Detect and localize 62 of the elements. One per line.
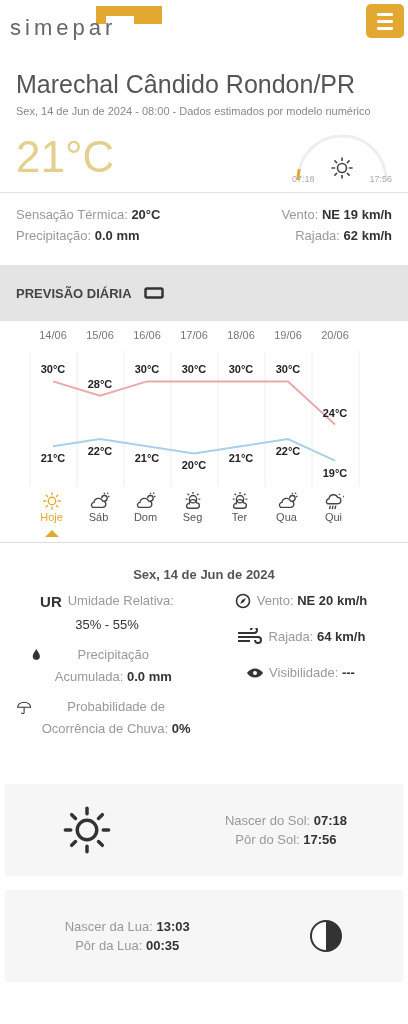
- humidity-label: Umidade Relativa:: [67, 592, 174, 610]
- date-label: 18/06: [227, 329, 255, 341]
- weather-reading: Precipitação: 0.0 mm: [16, 228, 141, 243]
- day-tab[interactable]: Seg: [181, 491, 204, 523]
- date-label: 16/06: [133, 329, 161, 341]
- temperature-label: 30°C: [40, 363, 66, 376]
- temperature-label: 20°C: [181, 459, 207, 472]
- date-label: 15/06: [86, 329, 114, 341]
- sunset-time: 17:56: [369, 174, 392, 184]
- temperature-label: 21°C: [134, 452, 160, 465]
- moon-phase-icon: [309, 919, 344, 953]
- precipitation-reading: Precipitação Acumulada: 0.0 mm: [53, 646, 173, 686]
- temperature-label: 21°C: [40, 452, 66, 465]
- moon-time: Nascer da Lua: 13:03: [64, 919, 190, 934]
- city-title: Marechal Cândido Rondon/PR: [16, 70, 357, 99]
- current-temperature: 21°C: [16, 132, 115, 182]
- detail-reading: Rajada: 64 km/h: [268, 628, 366, 646]
- humidity-value: 35% - 55%: [75, 616, 139, 634]
- day-tab[interactable]: Dom: [133, 491, 158, 523]
- temperature-label: 22°C: [275, 445, 301, 457]
- day-tab[interactable]: Qua: [275, 491, 298, 523]
- date-label: 14/06: [39, 329, 67, 341]
- wind-icon: [236, 628, 263, 646]
- detail-reading: Vento: NE 20 km/h: [256, 592, 368, 610]
- date-label: 20/06: [321, 329, 349, 341]
- temperature-label: 30°C: [228, 363, 254, 376]
- forecast-subtitle: Sex, 14 de Jun de 2024 - 08:00 - Dados estimados por modelo numérico: [16, 104, 372, 119]
- day-tab[interactable]: Sáb: [87, 491, 110, 523]
- temperature-label: 30°C: [181, 363, 207, 376]
- sun-time: Nascer do Sol: 07:18: [224, 813, 347, 828]
- compass-icon: [234, 593, 251, 609]
- sunrise-time: 07:18: [292, 174, 315, 184]
- section-title: PREVISÃO DIÁRIA: [16, 285, 132, 301]
- humidity-abbreviation: UR: [40, 592, 62, 610]
- day-tab[interactable]: Ter: [228, 491, 251, 523]
- date-label: 19/06: [274, 329, 302, 341]
- phone-landscape-icon: [143, 287, 164, 299]
- eye-icon: [247, 668, 264, 678]
- sun-icon: [332, 158, 352, 178]
- temperature-label: 28°C: [87, 377, 113, 390]
- drop-icon: [32, 647, 41, 662]
- temperature-label: 24°C: [322, 406, 348, 419]
- temperature-label: 21°C: [228, 452, 254, 465]
- detail-date: Sex, 14 de Jun de 2024: [132, 567, 276, 582]
- detail-reading: Visibilidade: ---: [269, 664, 355, 682]
- weather-reading: Rajada: 62 km/h: [294, 228, 392, 243]
- weather-reading: Sensação Térmica: 20°C: [16, 207, 162, 222]
- moon-time: Pôr da Lua: 00:35: [75, 938, 180, 953]
- temperature-label: 22°C: [87, 445, 113, 457]
- cloud-sun-icon: [134, 491, 157, 511]
- sun-icon: [41, 491, 62, 511]
- simepar-logo[interactable]: simepar: [10, 4, 165, 44]
- menu-button[interactable]: [366, 4, 404, 38]
- weather-reading: Vento: NE 19 km/h: [280, 207, 392, 222]
- selected-indicator: [44, 530, 59, 537]
- day-tab[interactable]: Qui: [322, 491, 345, 523]
- sun-time: Pôr do Sol: 17:56: [235, 832, 337, 847]
- temperature-label: 30°C: [275, 363, 301, 376]
- date-label: 17/06: [180, 329, 208, 341]
- rain-probability-reading: Probabilidade de Ocorrência de Chuva: 0%: [40, 698, 192, 738]
- temperature-label: 19°C: [322, 466, 348, 479]
- temperature-label: 30°C: [134, 363, 160, 376]
